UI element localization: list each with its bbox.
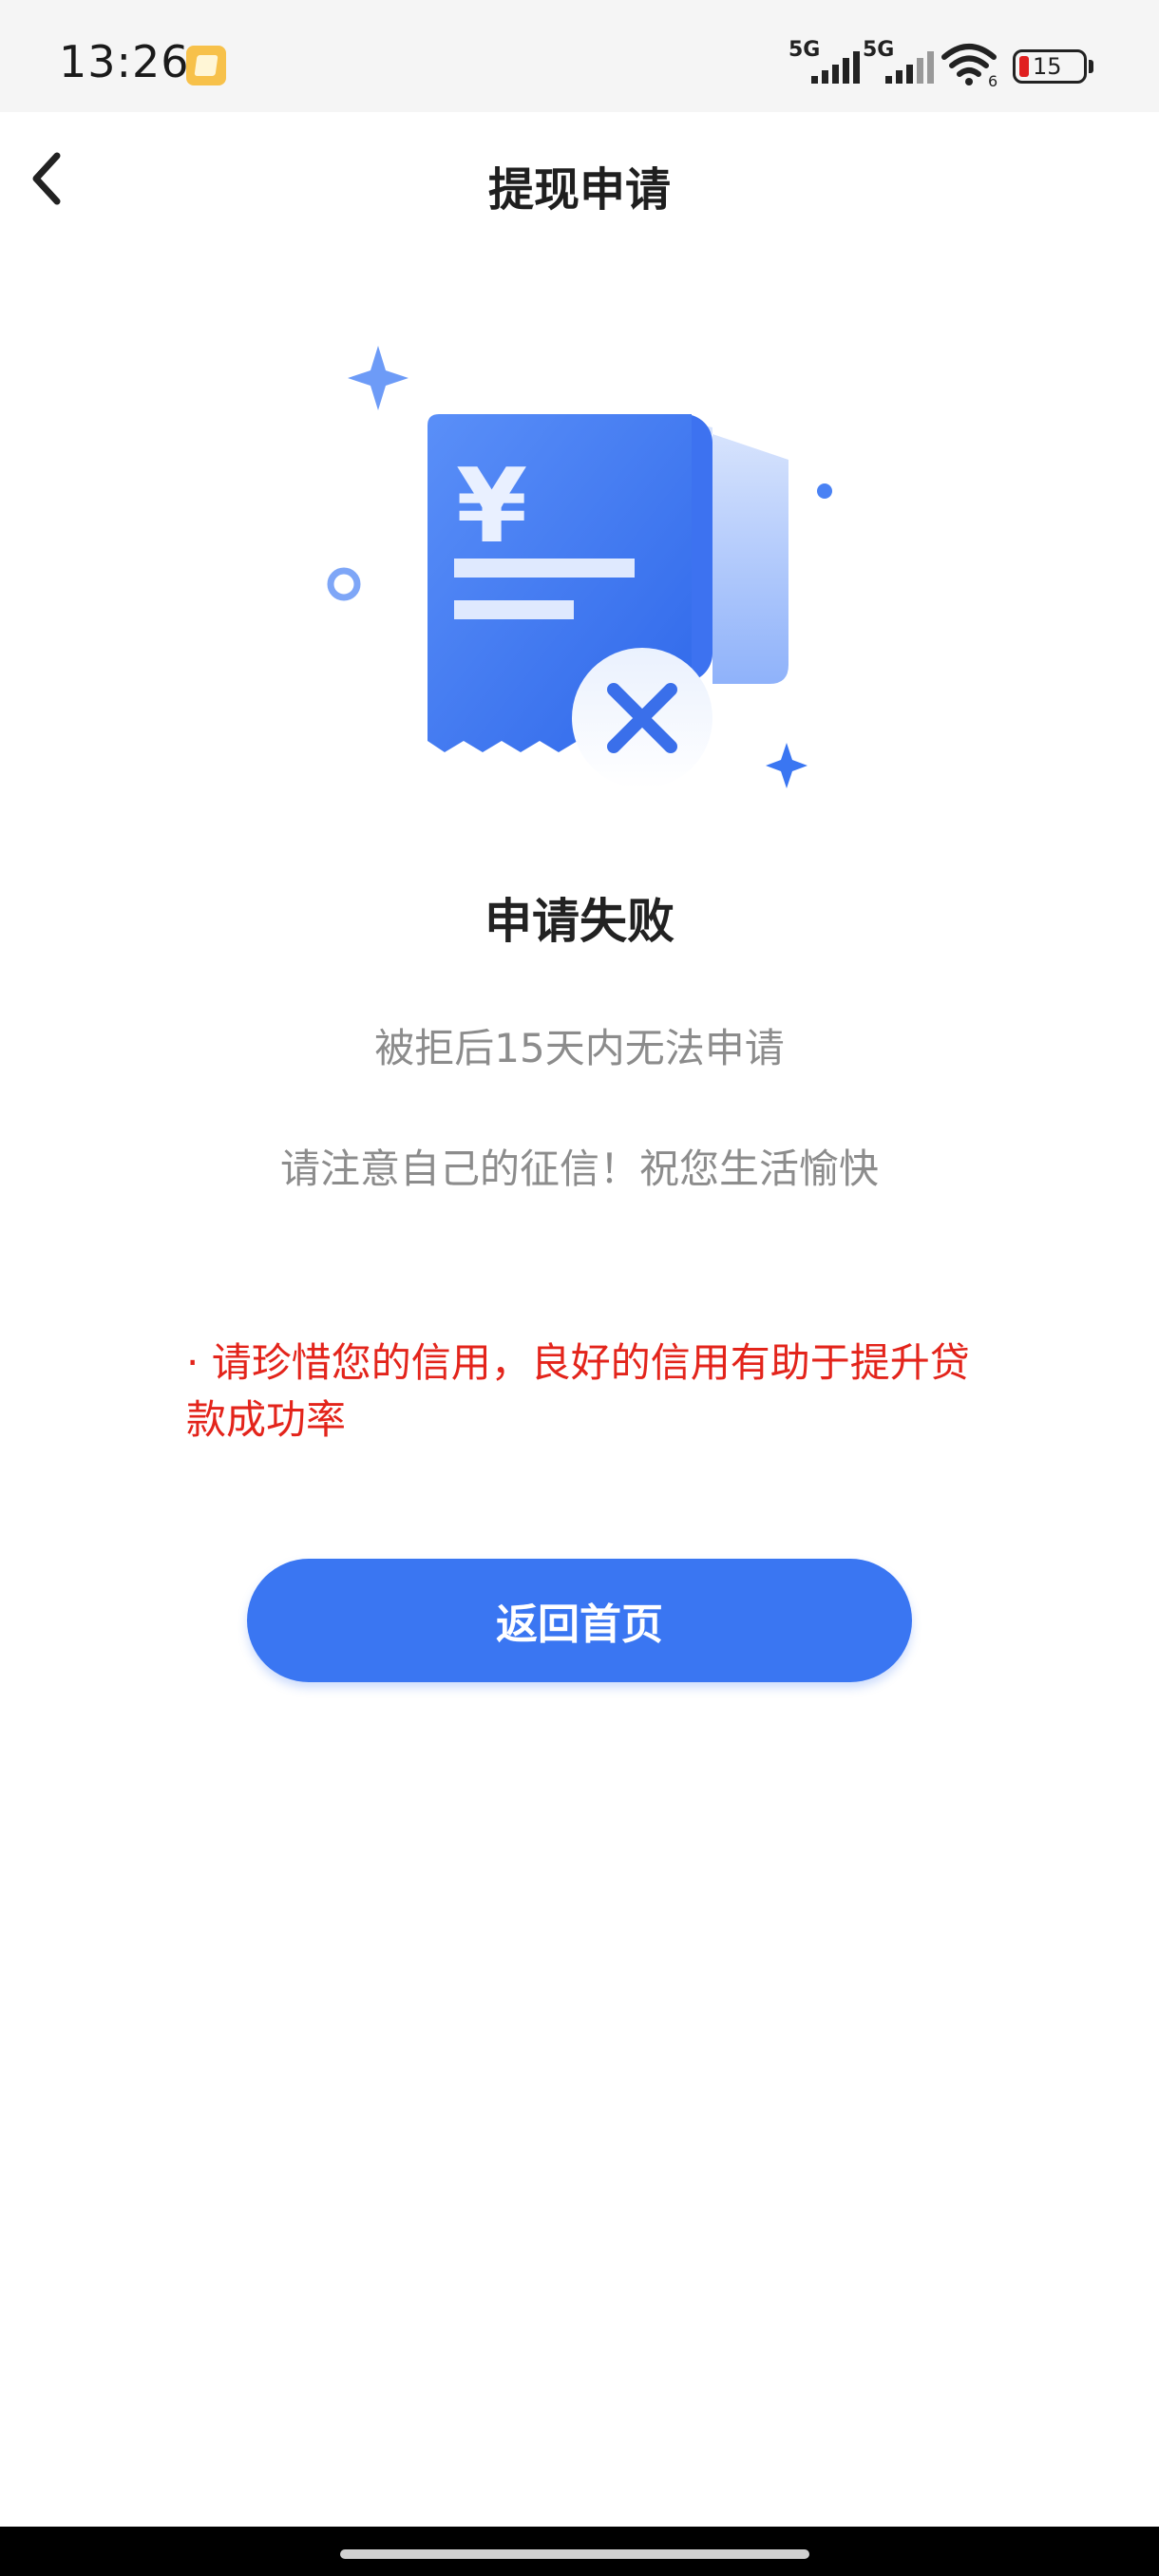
dot-icon xyxy=(817,483,832,499)
wifi-icon: 6 xyxy=(941,44,998,87)
wifi-sub-label: 6 xyxy=(988,72,998,87)
status-time: 13:26 xyxy=(59,36,190,87)
result-subtitle-2: 请注意自己的征信！祝您生活愉快 xyxy=(279,1146,879,1192)
back-to-home-button[interactable]: 返回首页 xyxy=(247,1559,912,1682)
page-title: 提现申请 xyxy=(487,163,671,217)
failed-receipt-illustration: ¥ xyxy=(327,346,832,788)
credit-warning-text: · 请珍惜您的信用，良好的信用有助于提升贷款成功率 xyxy=(186,1339,970,1443)
battery-icon: 15 xyxy=(1013,49,1087,84)
home-indicator[interactable] xyxy=(340,2549,809,2559)
nav-bar: 提现申请 xyxy=(0,112,1159,245)
notes-app-icon xyxy=(186,46,226,85)
ring-dot-icon xyxy=(327,567,361,601)
battery-tip xyxy=(1089,60,1093,73)
battery-level: 15 xyxy=(1033,53,1062,80)
status-bar: 13:26 5G 5G 6 15 xyxy=(0,0,1159,112)
result-subtitle-1: 被拒后15天内无法申请 xyxy=(374,1025,785,1071)
sparkle-icon xyxy=(348,346,408,410)
yen-symbol: ¥ xyxy=(456,447,527,566)
result-title: 申请失败 xyxy=(484,894,674,949)
sparkle-small-icon xyxy=(766,743,808,788)
